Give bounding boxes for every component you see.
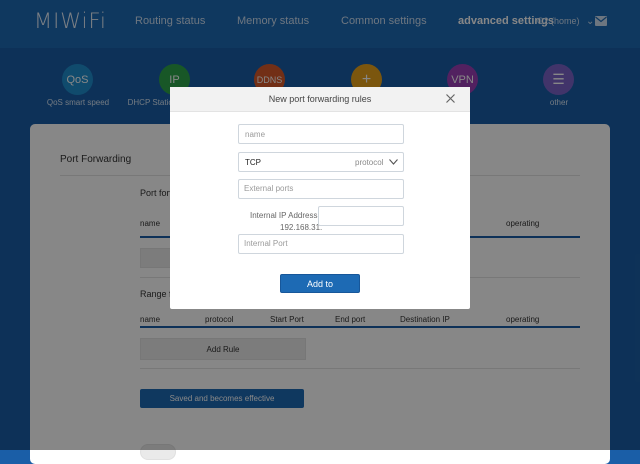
name-placeholder: name bbox=[245, 130, 266, 139]
internal-ip-label: Internal IP Address: bbox=[250, 211, 320, 220]
dialog-header: New port forwarding rules bbox=[170, 87, 470, 112]
protocol-label: protocol bbox=[355, 158, 384, 167]
dialog-title: New port forwarding rules bbox=[268, 94, 372, 104]
external-ports-placeholder: External ports bbox=[244, 184, 294, 193]
internal-ip-prefix: 192.168.31. bbox=[280, 223, 323, 232]
external-ports-input[interactable]: External ports bbox=[238, 179, 404, 199]
new-port-forwarding-dialog: New port forwarding rules name TCP proto… bbox=[170, 87, 470, 309]
protocol-value: TCP bbox=[245, 158, 261, 167]
internal-port-placeholder: Internal Port bbox=[244, 239, 288, 248]
name-input[interactable]: name bbox=[238, 124, 404, 144]
internal-port-input[interactable]: Internal Port bbox=[238, 234, 404, 254]
protocol-select[interactable]: TCP protocol bbox=[238, 152, 404, 172]
add-to-button[interactable]: Add to bbox=[280, 274, 360, 293]
chevron-down-icon bbox=[389, 159, 398, 165]
internal-ip-input[interactable] bbox=[318, 206, 404, 226]
close-icon[interactable] bbox=[446, 94, 455, 103]
